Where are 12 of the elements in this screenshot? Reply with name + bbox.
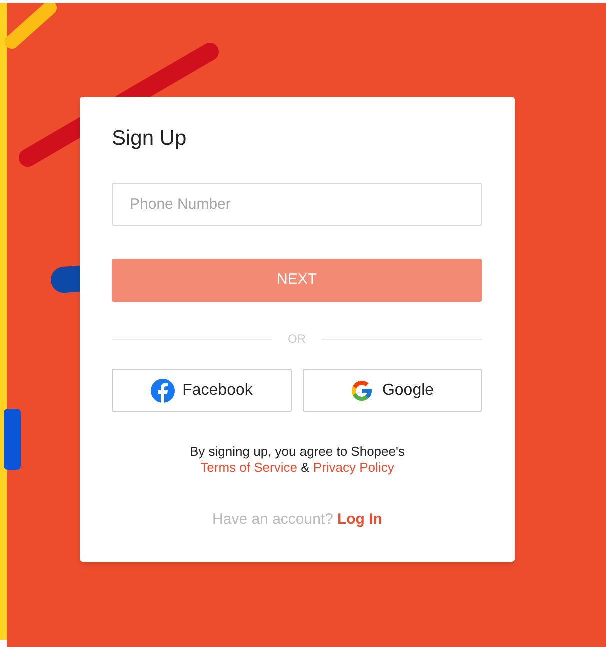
social-login-button[interactable]: Google (302, 369, 482, 412)
form-title: Sign Up (112, 126, 187, 152)
login-prompt: Have an account? (212, 510, 334, 530)
social-login-button[interactable]: Facebook (112, 369, 292, 412)
terms-notice: By signing up, you agree to Shopee's Terms of Service & Privacy Policy (189, 444, 406, 476)
terms-link[interactable]: Terms of Service (200, 460, 298, 475)
phone-number-field[interactable]: Phone Number (112, 183, 482, 226)
facebook-logo-icon (150, 378, 175, 402)
google-logo-icon (350, 378, 374, 402)
login-link[interactable]: Log In (337, 509, 382, 532)
privacy-link[interactable]: Privacy Policy (313, 460, 394, 475)
decorative-block (4, 409, 21, 470)
